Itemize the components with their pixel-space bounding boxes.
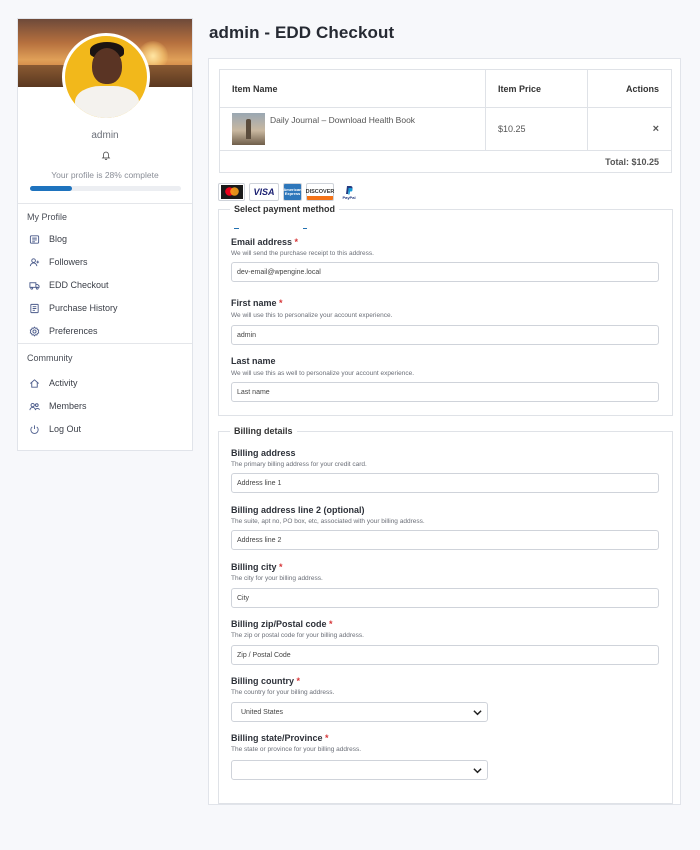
billing-city-label: Billing city * — [231, 562, 283, 572]
item-thumbnail — [232, 113, 265, 145]
cart-header-row: Item Name Item Price Actions — [219, 69, 672, 108]
item-name-cell: Daily Journal – Download Health Book — [219, 107, 486, 151]
sidebar-item-blog[interactable]: Blog — [29, 232, 67, 246]
billing-country-value: United States — [241, 708, 284, 716]
profile-username: admin — [91, 130, 119, 141]
sidebar-item-followers[interactable]: Followers — [29, 255, 88, 269]
bell-icon[interactable] — [101, 150, 111, 160]
sidebar-item-preferences[interactable]: Preferences — [29, 324, 98, 338]
profile-progress-fill — [30, 186, 73, 191]
paypal-icon: PayPal — [338, 183, 360, 201]
sidebar-item-label: Activity — [49, 378, 78, 388]
visa-icon: VISA — [249, 183, 279, 201]
billing-address-field[interactable]: Address line 1 — [231, 473, 659, 493]
billing-city-description: The city for your billing address. — [231, 575, 323, 582]
sidebar-item-label: Blog — [49, 234, 68, 244]
sidebar-item-label: Followers — [49, 257, 88, 267]
header-actions: Actions — [587, 69, 672, 108]
members-icon — [29, 402, 40, 410]
page-title: admin - EDD Checkout — [209, 23, 395, 42]
sidebar-item-activity[interactable]: Activity — [29, 376, 78, 390]
profile-progress-text: Your profile is 28% complete — [51, 170, 159, 180]
home-icon — [30, 378, 39, 388]
item-price: $10.25 — [485, 107, 588, 151]
total-row: Total: $10.25 — [219, 150, 672, 173]
last-name-description: We will use this as well to personalize … — [231, 370, 415, 377]
payment-gateway-indicator — [234, 228, 239, 229]
billing-address2-description: The suite, apt no, PO box, etc, associat… — [231, 518, 425, 525]
chevron-down-icon — [473, 768, 482, 774]
billing-address2-field[interactable]: Address line 2 — [231, 530, 659, 550]
payment-gateway-indicator — [303, 228, 307, 229]
billing-zip-description: The zip or postal code for your billing … — [231, 632, 364, 639]
table-row: Daily Journal – Download Health Book $10… — [219, 107, 672, 151]
sidebar-item-label: Log Out — [49, 424, 82, 434]
my-profile-title: My Profile — [27, 212, 68, 222]
profile-progress-bar — [30, 186, 181, 191]
sidebar-item-label: Preferences — [49, 326, 98, 336]
first-name-field[interactable]: admin — [231, 325, 659, 345]
first-name-description: We will use this to personalize your acc… — [231, 312, 393, 319]
sidebar-item-label: Members — [49, 401, 87, 411]
chevron-down-icon — [473, 710, 482, 716]
billing-address-label: Billing address — [231, 448, 296, 458]
email-description: We will send the purchase receipt to thi… — [231, 250, 374, 257]
billing-address2-label: Billing address line 2 (optional) — [231, 505, 365, 515]
remove-item-button[interactable]: × — [587, 107, 672, 151]
cart-table: Item Name Item Price Actions Daily Journ… — [219, 69, 672, 173]
cart-total: Total: $10.25 — [219, 150, 672, 173]
billing-country-description: The country for your billing address. — [231, 689, 335, 696]
avatar[interactable] — [62, 33, 150, 121]
section-divider — [18, 343, 192, 344]
billing-zip-field[interactable]: Zip / Postal Code — [231, 645, 659, 665]
sidebar-item-edd-checkout[interactable]: EDD Checkout — [29, 278, 109, 292]
truck-icon — [29, 281, 40, 290]
payment-method-legend: Select payment method — [234, 204, 336, 214]
billing-city-field[interactable]: City — [231, 588, 659, 608]
email-label: Email address * — [231, 237, 299, 247]
billing-state-description: The state or province for your billing a… — [231, 746, 362, 753]
gear-icon — [29, 325, 40, 337]
followers-icon — [29, 257, 40, 266]
billing-state-label: Billing state/Province * — [231, 733, 329, 743]
billing-state-select[interactable] — [231, 760, 488, 780]
billing-zip-label: Billing zip/Postal code * — [231, 619, 333, 629]
billing-country-label: Billing country * — [231, 676, 301, 686]
sidebar-item-log-out[interactable]: Log Out — [29, 422, 81, 436]
discover-icon: DISCOVER — [306, 183, 334, 201]
email-field[interactable]: dev-email@wpengine.local — [231, 262, 659, 282]
header-item-name: Item Name — [219, 69, 486, 108]
blog-icon — [29, 234, 40, 244]
mastercard-icon — [218, 183, 245, 201]
section-divider — [18, 203, 192, 204]
sidebar-item-label: EDD Checkout — [49, 280, 109, 290]
billing-country-select[interactable]: United States — [231, 702, 488, 722]
last-name-label: Last name — [231, 356, 276, 366]
billing-address-description: The primary billing address for your cre… — [231, 461, 367, 468]
header-item-price: Item Price — [485, 69, 588, 108]
sidebar-item-purchase-history[interactable]: Purchase History — [29, 301, 118, 315]
power-icon — [30, 424, 39, 434]
profile-sidebar: admin Your profile is 28% complete My Pr… — [17, 18, 193, 451]
payment-icons: VISA American Express DISCOVER PayPal — [218, 183, 364, 201]
item-title: Daily Journal – Download Health Book — [270, 115, 416, 125]
sidebar-item-members[interactable]: Members — [29, 399, 87, 413]
first-name-label: First name * — [231, 298, 283, 308]
community-title: Community — [27, 353, 73, 363]
checkout-panel: Item Name Item Price Actions Daily Journ… — [208, 58, 681, 805]
sidebar-item-label: Purchase History — [49, 303, 118, 313]
history-icon — [30, 303, 39, 313]
last-name-field[interactable]: Last name — [231, 382, 659, 402]
billing-legend: Billing details — [234, 426, 293, 436]
amex-icon: American Express — [283, 183, 302, 201]
